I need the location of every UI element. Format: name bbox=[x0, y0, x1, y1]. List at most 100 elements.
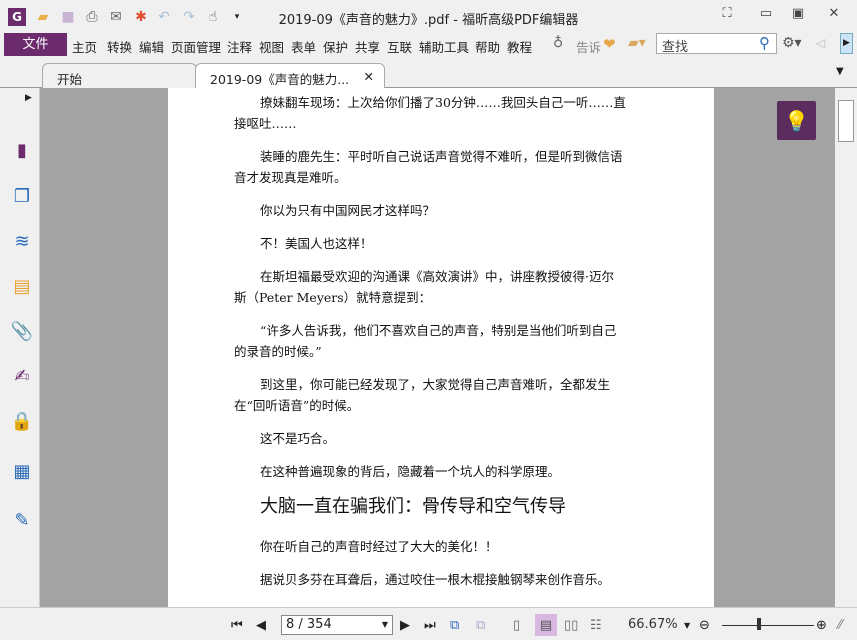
signature-icon[interactable]: ✍ bbox=[10, 364, 34, 388]
pages-icon[interactable]: ❐ bbox=[10, 184, 34, 208]
pdf-page: 撩妹翻车现场：上次给你们播了30分钟……我回头自己一听……直接呕吐…… 装睡的鹿先… bbox=[168, 88, 714, 607]
text-line: 在斯坦福最受欢迎的沟通课《高效演讲》中，讲座教授彼得·迈尔 bbox=[260, 269, 614, 284]
zoom-in-icon[interactable]: ⊕ bbox=[816, 616, 827, 634]
lightbulb-icon: 💡 bbox=[784, 108, 809, 133]
section-heading: 大脑一直在骗我们：骨传导和空气传导 bbox=[260, 496, 566, 517]
text-line: 不！美国人也这样！ bbox=[260, 236, 373, 251]
text-line: 据说贝多芬在耳聋后，通过咬住一根木棍接触钢琴来创作音乐。 bbox=[260, 572, 611, 587]
minimize-button[interactable]: ▭ bbox=[755, 6, 777, 24]
facing-page-icon[interactable]: ▯▯ bbox=[564, 616, 578, 634]
text-line: 的录音的时候。” bbox=[234, 344, 322, 359]
zoom-level[interactable]: 66.67% bbox=[628, 617, 678, 632]
menu-protect[interactable]: 保护 bbox=[323, 37, 348, 56]
menu-share[interactable]: 共享 bbox=[355, 37, 380, 56]
text-line: 你在听自己的声音时经过了大大的美化！！ bbox=[260, 539, 498, 554]
page-number-input[interactable]: 8 / 354 ▼ bbox=[281, 615, 393, 635]
resize-grip-icon[interactable]: ⁄⁄ bbox=[838, 616, 842, 634]
first-page-icon[interactable]: ⏮ bbox=[231, 616, 243, 634]
zoom-out-icon[interactable]: ⊖ bbox=[699, 616, 710, 634]
text-line: 斯（Peter Meyers）就特意提到： bbox=[234, 290, 432, 305]
menu-page-management[interactable]: 页面管理 bbox=[171, 37, 221, 56]
scrollbar-thumb[interactable] bbox=[838, 100, 854, 142]
search-icon[interactable]: ⚲ bbox=[759, 34, 770, 52]
text-line: 撩妹翻车现场：上次给你们播了30分钟……我回头自己一听……直 bbox=[260, 95, 626, 110]
text-line: “许多人告诉我，他们不喜欢自己的声音，特别是当他们听到自己 bbox=[260, 323, 617, 338]
previous-page-icon[interactable]: ◀ bbox=[256, 616, 266, 634]
tab-label: 开始 bbox=[57, 72, 83, 87]
document-view[interactable]: 撩妹翻车现场：上次给你们播了30分钟……我回头自己一听……直接呕吐…… 装睡的鹿先… bbox=[40, 88, 835, 607]
lightbulb-icon[interactable]: ♁ bbox=[553, 35, 563, 51]
menu-view[interactable]: 视图 bbox=[259, 37, 284, 56]
paragraph: 在这种普遍现象的背后，隐藏着一个坑人的科学原理。 bbox=[234, 461, 654, 482]
menu-connect[interactable]: 互联 bbox=[387, 37, 412, 56]
menu-convert[interactable]: 转换 bbox=[107, 37, 132, 56]
text-line: 接呕吐…… bbox=[234, 116, 297, 131]
tab-document[interactable]: 2019-09《声音的魅力... ✕ bbox=[195, 63, 385, 88]
navigation-sidebar: ▶ ▮ ❐ ≋ ▤ 📎 ✍ 🔒 ▦ ✎ bbox=[0, 88, 40, 608]
paragraph: 装睡的鹿先生：平时听自己说话声音觉得不难听，但是听到微信语音才发现真是难听。 bbox=[234, 146, 654, 188]
bookmark-icon[interactable]: ▮ bbox=[10, 138, 34, 162]
tips-button[interactable]: 💡 bbox=[777, 101, 816, 140]
paragraph: “许多人告诉我，他们不喜欢自己的声音，特别是当他们听到自己的录音的时候。” bbox=[234, 320, 654, 362]
tab-bar: 开始 2019-09《声音的魅力... ✕ ▼ bbox=[0, 56, 857, 88]
fullscreen-icon[interactable]: ⛶ bbox=[716, 6, 738, 24]
scroll-left-icon[interactable]: ◁ bbox=[816, 36, 825, 50]
paragraph: 据说贝多芬在耳聋后，通过咬住一根木棍接触钢琴来创作音乐。 bbox=[234, 569, 654, 590]
tell-me[interactable]: 告诉 bbox=[576, 37, 601, 56]
file-menu-button[interactable]: 文件 bbox=[4, 33, 67, 56]
form-fields-icon[interactable]: ▦ bbox=[10, 459, 34, 483]
paragraph: 不！美国人也这样！ bbox=[234, 233, 654, 254]
previous-view-icon[interactable]: ⧉ bbox=[450, 616, 459, 634]
last-page-icon[interactable]: ⏭ bbox=[424, 616, 436, 634]
paragraph: 到这里，你可能已经发现了，大家觉得自己声音难听，全都发生在“回听语音”的时候。 bbox=[234, 374, 654, 416]
paragraph: 你在听自己的声音时经过了大大的美化！！ bbox=[234, 536, 654, 557]
menu-tutorial[interactable]: 教程 bbox=[507, 37, 532, 56]
close-tab-icon[interactable]: ✕ bbox=[364, 69, 374, 84]
menu-accessibility[interactable]: 辅助工具 bbox=[419, 37, 469, 56]
zoom-slider-thumb[interactable] bbox=[757, 618, 761, 630]
zoom-slider[interactable] bbox=[722, 625, 814, 626]
attachments-icon[interactable]: 📎 bbox=[10, 319, 34, 343]
vertical-scrollbar[interactable] bbox=[835, 88, 857, 607]
text-line: 装睡的鹿先生：平时听自己说话声音觉得不难听，但是听到微信语 bbox=[260, 149, 623, 164]
text-line: 这不是巧合。 bbox=[260, 431, 336, 446]
text-line: 到这里，你可能已经发现了，大家觉得自己声音难听，全都发生 bbox=[260, 377, 611, 392]
scroll-right-button[interactable]: ▶ bbox=[840, 33, 853, 54]
maximize-button[interactable]: ▣ bbox=[787, 6, 809, 24]
single-page-icon[interactable]: ▯ bbox=[513, 616, 520, 634]
folder-search-icon[interactable]: ▰▾ bbox=[628, 35, 646, 51]
gear-icon[interactable]: ⚙▾ bbox=[782, 35, 802, 51]
layers-icon[interactable]: ≋ bbox=[10, 229, 34, 253]
paragraph: 这不是巧合。 bbox=[234, 428, 654, 449]
menu-comment[interactable]: 注释 bbox=[227, 37, 252, 56]
continuous-page-icon[interactable]: ▤ bbox=[535, 614, 557, 636]
chevron-down-icon[interactable]: ▼ bbox=[382, 620, 388, 629]
page-content: 撩妹翻车现场：上次给你们播了30分钟……我回头自己一听……直接呕吐…… 装睡的鹿先… bbox=[234, 92, 654, 602]
close-button[interactable]: ✕ bbox=[823, 6, 845, 24]
page-number-value: 8 / 354 bbox=[286, 617, 332, 632]
paragraph: 在斯坦福最受欢迎的沟通课《高效演讲》中，讲座教授彼得·迈尔斯（Peter Mey… bbox=[234, 266, 654, 308]
next-view-icon[interactable]: ⧉ bbox=[476, 616, 485, 634]
menu-help[interactable]: 帮助 bbox=[475, 37, 500, 56]
text-line: 你以为只有中国网民才这样吗？ bbox=[260, 203, 436, 218]
expand-panel-icon[interactable]: ▶ bbox=[25, 93, 32, 103]
text-line: 在“回听语音”的时候。 bbox=[234, 398, 360, 413]
certify-icon[interactable]: ✎ bbox=[10, 508, 34, 532]
paragraph: 你以为只有中国网民才这样吗？ bbox=[234, 200, 654, 221]
text-line: 音才发现真是难听。 bbox=[234, 170, 347, 185]
tab-label: 2019-09《声音的魅力... bbox=[210, 72, 350, 87]
menu-home[interactable]: 主页 bbox=[72, 37, 97, 56]
continuous-facing-icon[interactable]: ☷ bbox=[590, 616, 602, 634]
status-bar: ⏮ ◀ 8 / 354 ▼ ▶ ⏭ ⧉ ⧉ ▯ ▤ ▯▯ ☷ 66.67% ▼ ⊖… bbox=[0, 607, 857, 640]
tab-start[interactable]: 开始 bbox=[42, 63, 197, 88]
comments-icon[interactable]: ▤ bbox=[10, 274, 34, 298]
heart-icon[interactable]: ❤ bbox=[603, 35, 616, 53]
menu-form[interactable]: 表单 bbox=[291, 37, 316, 56]
tab-list-icon[interactable]: ▼ bbox=[836, 66, 844, 77]
security-icon[interactable]: 🔒 bbox=[10, 409, 34, 433]
next-page-icon[interactable]: ▶ bbox=[400, 616, 410, 634]
zoom-dropdown-icon[interactable]: ▼ bbox=[684, 616, 690, 634]
menu-edit[interactable]: 编辑 bbox=[139, 37, 164, 56]
paragraph: 撩妹翻车现场：上次给你们播了30分钟……我回头自己一听……直接呕吐…… bbox=[234, 92, 654, 134]
title-bar: G ▰ ■ ⎙ ✉ ✱ ↶ ↷ ☝ ▾ 2019-09《声音的魅力》.pdf -… bbox=[0, 0, 857, 32]
